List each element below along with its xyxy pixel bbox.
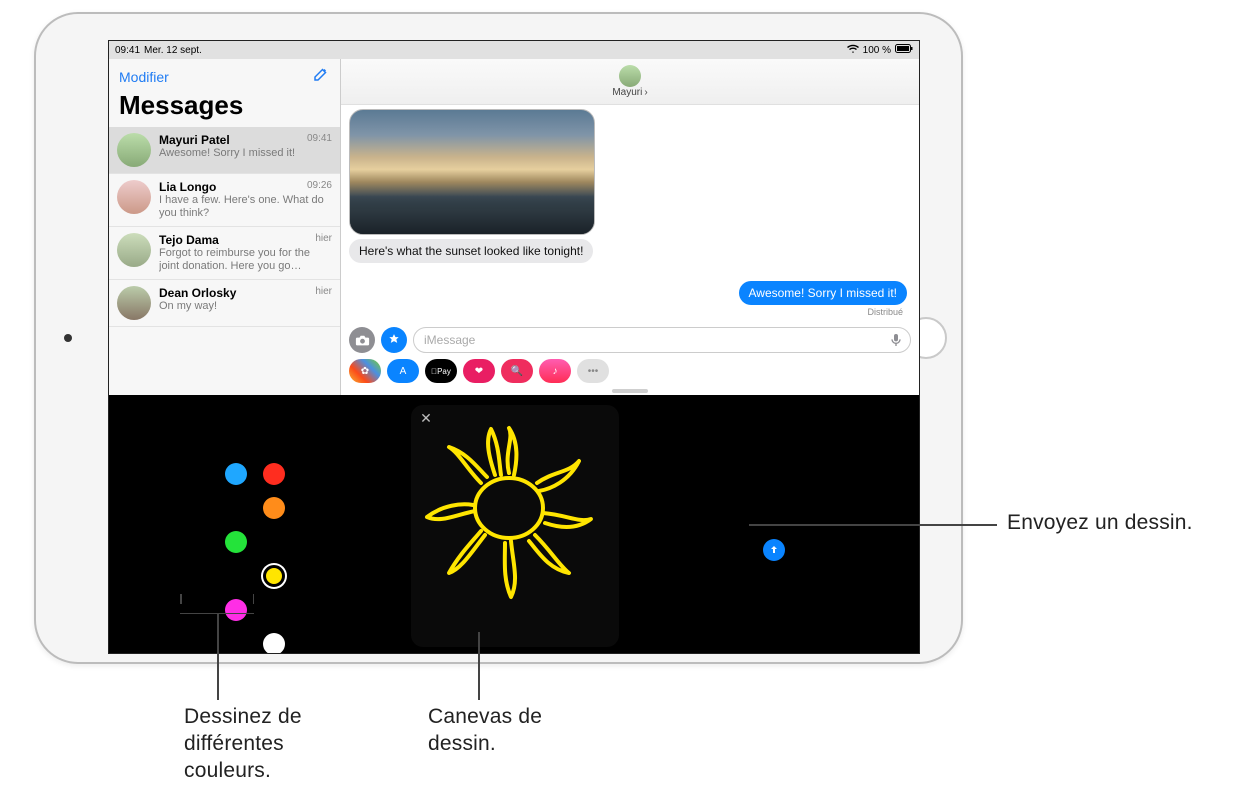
- conversation-name: Tejo Dama: [159, 233, 219, 247]
- avatar: [117, 133, 151, 167]
- more-apps-icon[interactable]: •••: [577, 359, 609, 383]
- drawing-canvas[interactable]: ✕: [411, 405, 619, 647]
- color-yellow[interactable]: [263, 565, 285, 587]
- drawer-handle[interactable]: [612, 389, 648, 393]
- compose-button[interactable]: [312, 65, 330, 88]
- avatar: [117, 180, 151, 214]
- conversation-preview: On my way!: [159, 300, 332, 313]
- sun-drawing: [419, 423, 599, 613]
- music-app-icon[interactable]: ♪: [539, 359, 571, 383]
- conversation-item[interactable]: Tejo Dama hier Forgot to reimburse you f…: [109, 227, 340, 280]
- conversation-preview: Forgot to reimburse you for the joint do…: [159, 247, 332, 273]
- input-row: iMessage: [341, 323, 919, 357]
- callout-brace: [180, 604, 254, 614]
- incoming-message[interactable]: Here's what the sunset looked like tonig…: [349, 239, 593, 263]
- conversation-time: 09:26: [307, 180, 332, 194]
- apple-pay-icon[interactable]: Pay: [425, 359, 457, 383]
- color-green[interactable]: [225, 531, 247, 553]
- app-strip: ✿ A Pay ❤ 🔍 ♪ •••: [341, 357, 919, 389]
- photos-app-icon[interactable]: ✿: [349, 359, 381, 383]
- camera-button[interactable]: [349, 327, 375, 353]
- conversation-name: Mayuri Patel: [159, 133, 230, 147]
- contact-name: Mayuri: [612, 87, 642, 98]
- mic-icon[interactable]: [888, 332, 904, 351]
- conversation-item[interactable]: Dean Orlosky hier On my way!: [109, 280, 340, 327]
- app-store-button[interactable]: [381, 327, 407, 353]
- color-orange[interactable]: [263, 497, 285, 519]
- send-drawing-button[interactable]: [763, 539, 785, 561]
- color-red[interactable]: [263, 463, 285, 485]
- incoming-image[interactable]: [349, 109, 595, 235]
- chevron-right-icon: ›: [644, 87, 647, 98]
- delivered-label: Distribué: [347, 307, 909, 317]
- status-bar: 09:41 Mer. 12 sept. 100 %: [109, 41, 919, 59]
- callout-line: [217, 614, 219, 700]
- color-palette: [225, 463, 285, 654]
- color-blue[interactable]: [225, 463, 247, 485]
- battery-icon: [895, 44, 913, 56]
- front-camera-dot: [64, 334, 72, 342]
- conversation-sidebar: Modifier Messages Mayuri Patel 09:41 Awe…: [109, 59, 341, 395]
- chat-panel: Mayuri › Here's what the sunset looked l…: [341, 59, 919, 395]
- callout-send-label: Envoyez un dessin.: [1007, 510, 1193, 537]
- wifi-icon: [847, 44, 859, 57]
- color-white[interactable]: [263, 633, 285, 654]
- message-input[interactable]: iMessage: [413, 327, 911, 353]
- message-placeholder: iMessage: [424, 333, 475, 347]
- conversation-name: Lia Longo: [159, 180, 216, 194]
- callout-colors-label: Dessinez de différentes couleurs.: [184, 704, 302, 785]
- screen: 09:41 Mer. 12 sept. 100 % Modifier: [108, 40, 920, 654]
- avatar: [117, 286, 151, 320]
- contact-avatar: [619, 65, 641, 87]
- conversation-time: hier: [315, 233, 332, 247]
- outgoing-message[interactable]: Awesome! Sorry I missed it!: [739, 281, 908, 305]
- callout-line: [478, 632, 480, 700]
- conversation-name: Dean Orlosky: [159, 286, 236, 300]
- chat-body[interactable]: Here's what the sunset looked like tonig…: [341, 105, 919, 323]
- conversation-item[interactable]: Lia Longo 09:26 I have a few. Here's one…: [109, 174, 340, 227]
- conversation-preview: Awesome! Sorry I missed it!: [159, 147, 332, 160]
- status-date: Mer. 12 sept.: [144, 45, 202, 56]
- avatar: [117, 233, 151, 267]
- edit-button[interactable]: Modifier: [119, 69, 169, 85]
- images-app-icon[interactable]: 🔍: [501, 359, 533, 383]
- chat-header[interactable]: Mayuri ›: [341, 59, 919, 105]
- status-time: 09:41: [115, 45, 140, 56]
- status-battery: 100 %: [863, 45, 891, 56]
- store-app-icon[interactable]: A: [387, 359, 419, 383]
- digital-touch-icon[interactable]: ❤: [463, 359, 495, 383]
- conversation-time: hier: [315, 286, 332, 300]
- conversation-preview: I have a few. Here's one. What do you th…: [159, 194, 332, 220]
- callout-canvas-label: Canevas de dessin.: [428, 704, 542, 758]
- conversation-time: 09:41: [307, 133, 332, 147]
- messages-app: Modifier Messages Mayuri Patel 09:41 Awe…: [109, 59, 919, 395]
- callout-line: [749, 524, 997, 526]
- ipad-frame: 09:41 Mer. 12 sept. 100 % Modifier: [34, 12, 963, 664]
- conversation-item[interactable]: Mayuri Patel 09:41 Awesome! Sorry I miss…: [109, 127, 340, 174]
- sidebar-title: Messages: [109, 90, 340, 127]
